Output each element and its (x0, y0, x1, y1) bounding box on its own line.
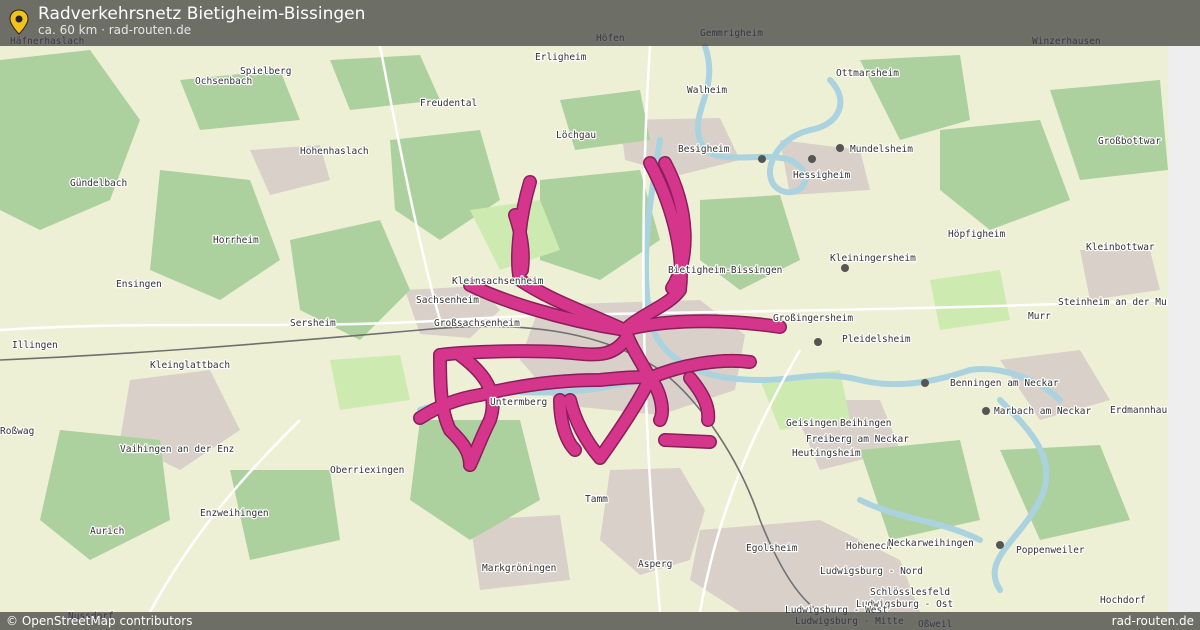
place-label: Heutingsheim (792, 448, 861, 459)
place-label: Kleinglattbach (150, 360, 230, 371)
place-label: Ludwigsburg - Nord (820, 566, 923, 577)
place-label: Roßwag (0, 426, 34, 437)
place-label: Schlösslesfeld (870, 587, 950, 598)
place-label: Egolsheim (746, 543, 798, 554)
scrollbar-track[interactable] (1168, 46, 1200, 612)
town-marker-icon (982, 407, 990, 415)
place-label: Spielberg (240, 66, 291, 77)
place-label: Kleinbottwar (1086, 242, 1155, 253)
place-label: Marbach am Neckar (994, 406, 1092, 417)
place-label: Markgröningen (482, 563, 556, 574)
place-label: Neckarweihingen (888, 538, 974, 549)
place-label: Enzweihingen (200, 508, 269, 519)
place-label: Erligheim (535, 52, 587, 63)
place-label: Höpfigheim (948, 229, 1005, 240)
place-label: Aurich (90, 526, 124, 537)
place-label: Hoheneck (846, 541, 892, 552)
place-label: Freiberg am Neckar (806, 434, 909, 445)
map-canvas[interactable]: Häfnerhaslach Ochsenbach Spielberg Erlig… (0, 0, 1200, 630)
route-length-subtitle: ca. 60 km · rad-routen.de (38, 23, 192, 37)
place-label: Kleinsachsenheim (452, 276, 544, 287)
place-label: Sersheim (290, 318, 336, 329)
place-label: Pleidelsheim (842, 334, 911, 345)
attribution-bar: © OpenStreetMap contributors rad-routen.… (0, 612, 1200, 630)
town-marker-icon (758, 155, 766, 163)
place-label: Walheim (687, 85, 727, 96)
place-label: Illingen (12, 340, 58, 351)
town-marker-icon (808, 155, 816, 163)
town-marker-icon (841, 264, 849, 272)
place-label: Hochdorf (1100, 595, 1146, 606)
place-label: Ochsenbach (195, 76, 252, 87)
place-label: Untermberg (490, 397, 547, 408)
place-label: Kleiningersheim (830, 253, 916, 264)
map-pin-icon (9, 9, 29, 35)
place-label: Löchgau (556, 130, 596, 141)
place-label: Asperg (638, 559, 672, 570)
place-label: Gündelbach (70, 178, 127, 189)
place-label: Steinheim an der Murr (1058, 297, 1178, 308)
town-marker-icon (921, 379, 929, 387)
place-label: Bietigheim-Bissingen (668, 265, 782, 276)
place-label: Großbottwar (1098, 136, 1161, 147)
place-label: Beihingen (840, 418, 891, 429)
place-label: Großsachsenheim (434, 318, 520, 329)
place-label: Ottmarsheim (836, 68, 899, 79)
route-segment (659, 434, 716, 448)
page-title: Radverkehrsnetz Bietigheim-Bissingen (38, 4, 366, 24)
town-marker-icon (996, 541, 1004, 549)
place-label: Großingersheim (773, 313, 853, 324)
place-label: Poppenweiler (1016, 545, 1085, 556)
place-label: Vaihingen an der Enz (120, 444, 234, 455)
place-label: Sachsenheim (416, 295, 479, 306)
place-label: Geisingen (786, 418, 837, 429)
title-bar: Radverkehrsnetz Bietigheim-Bissingen ca.… (0, 0, 1200, 46)
place-label: Hohenhaslach (300, 146, 369, 157)
brand-link[interactable]: rad-routen.de (1112, 614, 1194, 628)
osm-attribution-link[interactable]: © OpenStreetMap contributors (6, 614, 192, 628)
place-label: Hessigheim (793, 170, 850, 181)
place-label: Ensingen (116, 279, 162, 290)
place-label: Murr (1028, 311, 1051, 322)
place-label: Horrheim (213, 235, 259, 246)
place-label: Benningen am Neckar (950, 378, 1059, 389)
place-label: Tamm (585, 494, 608, 505)
place-label: Besigheim (678, 144, 730, 155)
place-label: Mundelsheim (850, 144, 913, 155)
town-marker-icon (836, 144, 844, 152)
place-label: Freudental (420, 98, 477, 109)
town-marker-icon (814, 338, 822, 346)
place-label: Oberriexingen (330, 465, 404, 476)
